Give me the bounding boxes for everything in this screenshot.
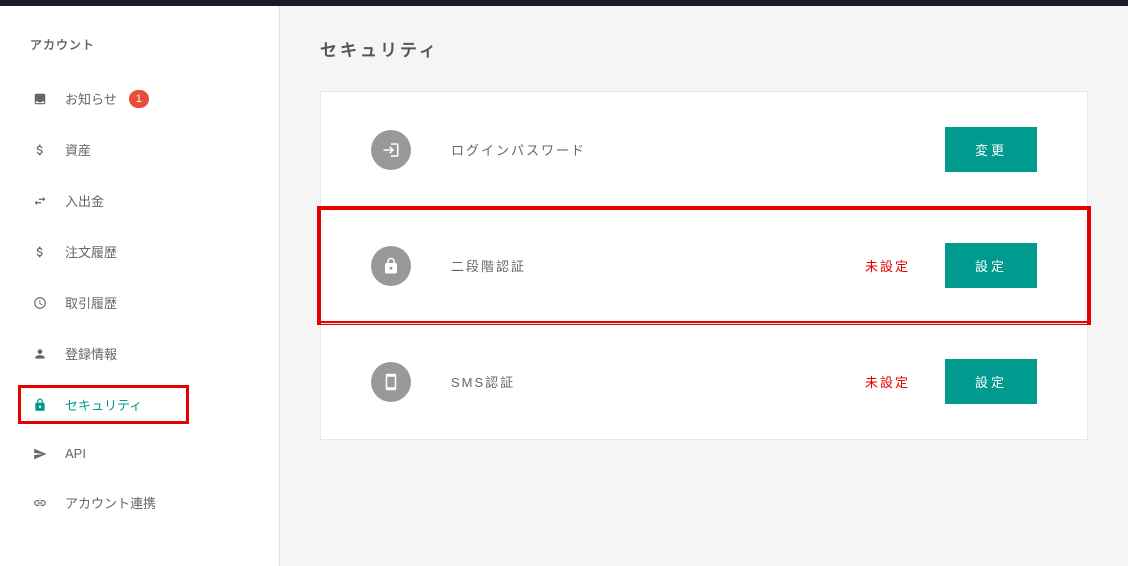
sidebar-item-notifications[interactable]: お知らせ 1 <box>0 73 279 124</box>
sidebar-item-label: 資産 <box>65 140 91 159</box>
link-icon <box>30 496 50 510</box>
swap-icon <box>30 194 50 208</box>
phone-icon <box>371 362 411 402</box>
sidebar-item-profile[interactable]: 登録情報 <box>0 328 279 379</box>
setting-row-login-password: ログインパスワード 変更 <box>321 92 1087 207</box>
configure-button[interactable]: 設定 <box>945 243 1037 288</box>
setting-row-2fa: 二段階認証 未設定 設定 <box>321 207 1087 323</box>
settings-card: ログインパスワード 変更 二段階認証 未設定 設定 SMS認証 未設定 設定 <box>320 91 1088 440</box>
setting-label: SMS認証 <box>451 372 865 391</box>
setting-label: 二段階認証 <box>451 256 865 275</box>
sidebar-item-deposit-withdraw[interactable]: 入出金 <box>0 175 279 226</box>
clock-icon <box>30 296 50 310</box>
main: セキュリティ ログインパスワード 変更 二段階認証 未設定 設定 <box>280 6 1128 566</box>
sidebar-item-api[interactable]: API <box>0 430 279 477</box>
sidebar: アカウント お知らせ 1 資産 入出金 注文履歴 <box>0 6 280 566</box>
lock-icon <box>30 398 50 412</box>
sidebar-item-trade-history[interactable]: 取引履歴 <box>0 277 279 328</box>
sidebar-header: アカウント <box>0 36 279 73</box>
sidebar-item-label: 登録情報 <box>65 344 117 363</box>
sidebar-item-label: API <box>65 446 86 461</box>
dollar-icon <box>30 245 50 259</box>
user-icon <box>30 347 50 361</box>
sidebar-item-label: 注文履歴 <box>65 242 117 261</box>
notification-badge: 1 <box>129 90 149 108</box>
sidebar-item-assets[interactable]: 資産 <box>0 124 279 175</box>
lock-icon <box>371 246 411 286</box>
setting-label: ログインパスワード <box>451 140 945 159</box>
change-button[interactable]: 変更 <box>945 127 1037 172</box>
setting-row-sms: SMS認証 未設定 設定 <box>321 323 1087 439</box>
setting-status: 未設定 <box>865 372 910 391</box>
send-icon <box>30 447 50 461</box>
page-title: セキュリティ <box>320 36 1088 61</box>
sidebar-item-order-history[interactable]: 注文履歴 <box>0 226 279 277</box>
sidebar-item-linked-accounts[interactable]: アカウント連携 <box>0 477 279 528</box>
sidebar-item-label: セキュリティ <box>65 395 142 414</box>
setting-status: 未設定 <box>865 256 910 275</box>
login-icon <box>371 130 411 170</box>
sidebar-item-label: アカウント連携 <box>65 493 156 512</box>
configure-button[interactable]: 設定 <box>945 359 1037 404</box>
sidebar-item-security[interactable]: セキュリティ <box>0 379 279 430</box>
inbox-icon <box>30 92 50 106</box>
dollar-icon <box>30 143 50 157</box>
sidebar-item-label: お知らせ <box>65 89 117 108</box>
sidebar-item-label: 入出金 <box>65 191 104 210</box>
container: アカウント お知らせ 1 資産 入出金 注文履歴 <box>0 6 1128 566</box>
sidebar-item-label: 取引履歴 <box>65 293 117 312</box>
